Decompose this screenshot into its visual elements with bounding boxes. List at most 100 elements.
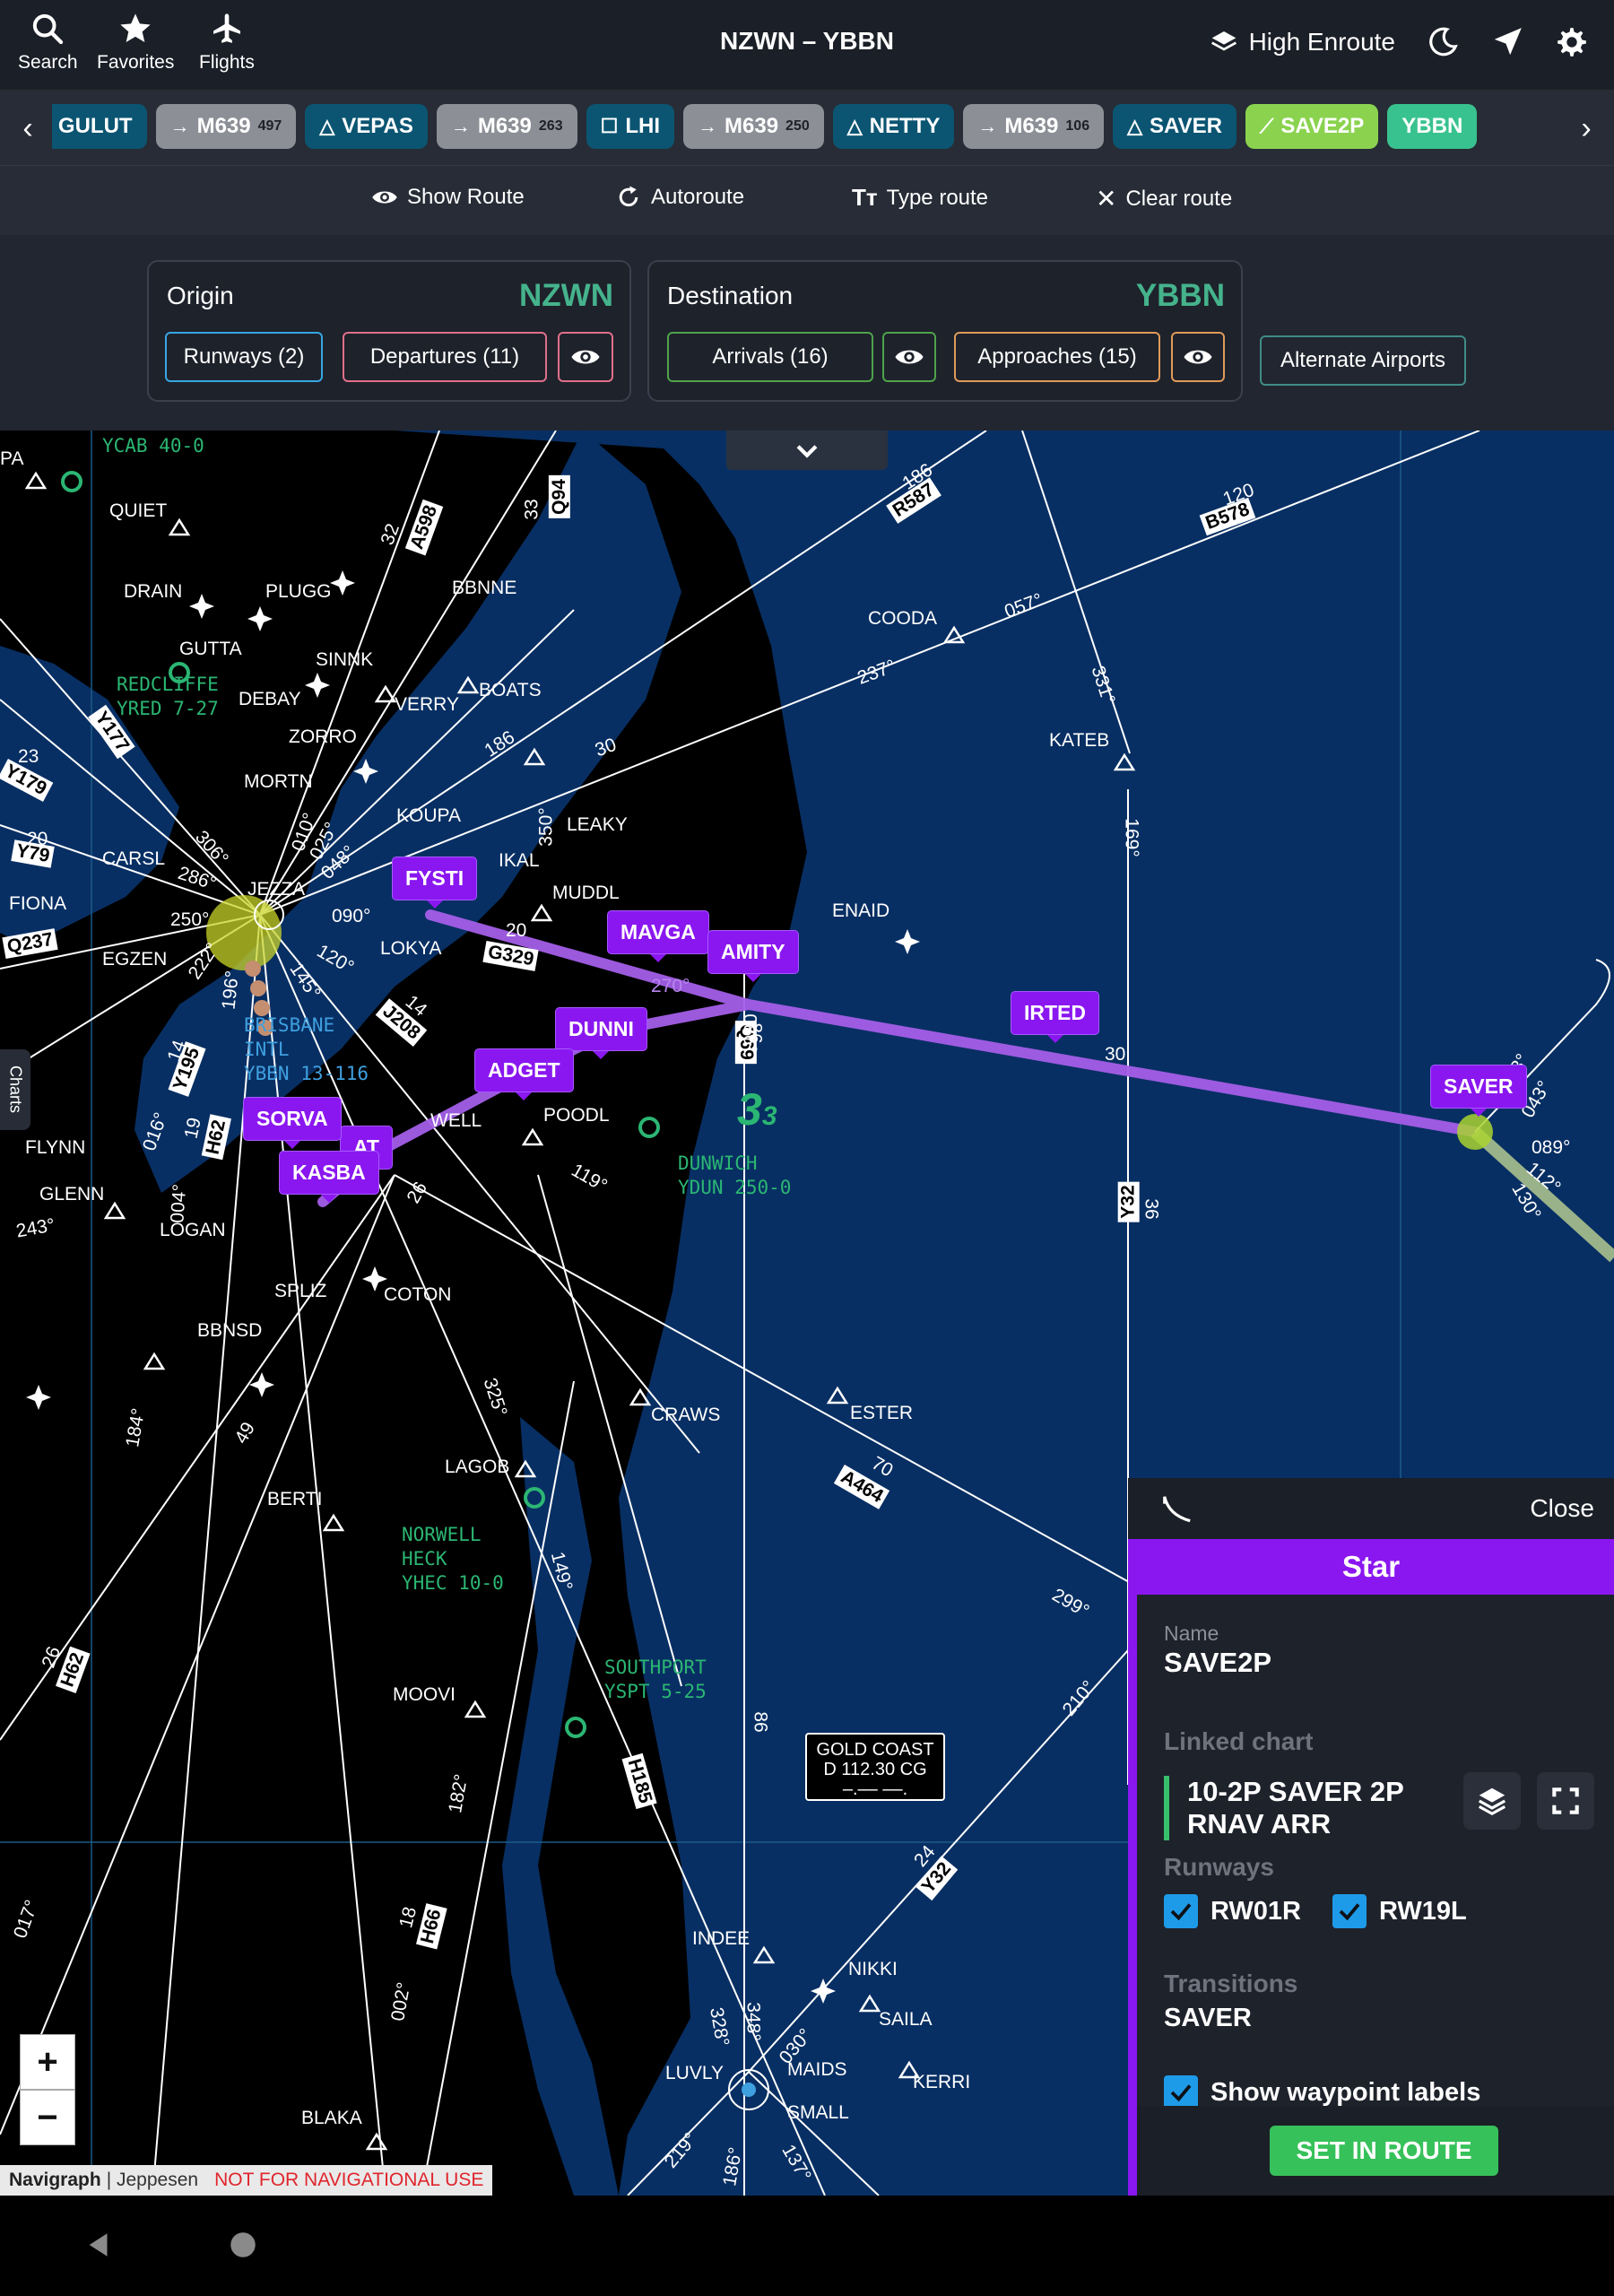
app-root: Search Favorites Flights NZWN – YBBN Hig… (0, 0, 1614, 2296)
map-layer-selector[interactable]: High Enroute (1210, 28, 1395, 57)
grid-mora-label: 33 (737, 1084, 777, 1135)
route-waypoint-tag-dunni[interactable]: DUNNI (556, 1008, 646, 1059)
route-item-airway[interactable]: → M639 106 (963, 104, 1105, 149)
route-waypoint-tag-amity[interactable]: AMITY (708, 931, 798, 982)
airport-label-line: YSPT 5-25 (604, 1681, 707, 1702)
route-waypoint-tag-saver[interactable]: SAVER (1431, 1065, 1526, 1117)
route-waypoint-tag-kasba[interactable]: KASBA (280, 1152, 378, 1203)
night-mode-icon[interactable] (1426, 25, 1460, 59)
fix-label: MORTN (244, 771, 313, 792)
altitude-label: 20 (27, 829, 48, 849)
back-nav-icon[interactable] (84, 2230, 115, 2260)
star-name: SAVE2P (1164, 1647, 1272, 1678)
route-item-waypoint[interactable]: △ NETTY (832, 104, 955, 149)
fix-label: POODL (543, 1105, 610, 1126)
chevron-left-icon: ‹ (22, 110, 33, 145)
route-item-waypoint[interactable]: △ VEPAS (305, 104, 428, 149)
chart-fullscreen-button[interactable] (1537, 1772, 1594, 1830)
waypoint-triangle-icon: △ (846, 115, 863, 137)
show-route-button[interactable]: Show Route (371, 184, 525, 211)
home-nav-icon[interactable] (230, 2231, 256, 2258)
airport-label-yred: REDCLIFFE YRED 7-27 (117, 673, 219, 721)
fix-label: FLYNN (25, 1137, 86, 1158)
attribution-brand: Navigraph (9, 2170, 101, 2190)
altitude-label: 33 (521, 499, 542, 520)
fix-label: ZORRO (289, 726, 357, 747)
fix-label: COTON (384, 1284, 452, 1305)
close-panel-button[interactable]: Close (1530, 1494, 1594, 1523)
show-waypoint-labels-checkbox[interactable]: Show waypoint labels (1164, 2075, 1480, 2109)
location-arrow-icon[interactable] (1490, 25, 1524, 59)
airport-label-yspt: SOUTHPORT YSPT 5-25 (604, 1656, 707, 1704)
transition-value[interactable]: SAVER (1164, 2004, 1252, 2033)
origin-departures-button[interactable]: Departures (11) (343, 332, 547, 382)
set-in-route-button[interactable]: SET IN ROUTE (1270, 2126, 1498, 2176)
route-items: △GULUT →M639497 △VEPAS →M639263 ☐LHI →M6… (52, 104, 1558, 151)
fix-label: IKAL (499, 850, 540, 871)
text-format-icon: Tт (852, 184, 878, 211)
fix-label: JEZZA (247, 879, 306, 900)
eye-icon (372, 191, 397, 204)
zoom-in-button[interactable]: + (20, 2034, 75, 2090)
fix-label: PLUGG (265, 581, 332, 602)
approaches-button[interactable]: Approaches (15) (954, 332, 1160, 382)
route-item-waypoint[interactable]: △GULUT (52, 104, 147, 149)
origin-runways-button[interactable]: Runways (2) (165, 332, 323, 382)
linked-chart-title[interactable]: 10-2P SAVER 2P RNAV ARR (1164, 1776, 1451, 1840)
clear-route-button[interactable]: ✕ Clear route (1096, 184, 1232, 213)
checkbox-checked-icon (1332, 1894, 1367, 1928)
vor-cg-dot (742, 2083, 756, 2097)
route-item-navaid[interactable]: ☐ LHI (586, 104, 674, 149)
fix-label: COODA (868, 608, 938, 629)
type-route-label: Type route (886, 185, 989, 210)
airport-label-line: INTL (244, 1039, 290, 1060)
fix-label: GLENN (39, 1184, 105, 1205)
route-item-star[interactable]: ⟋ SAVE2P (1245, 104, 1379, 149)
collapse-panel-button[interactable] (726, 430, 888, 470)
route-item-altitude: 250 (785, 118, 810, 134)
altitude-label: 36 (1141, 1198, 1162, 1220)
arrow-right-icon: → (698, 115, 717, 137)
route-action-bar: Show Route Autoroute Tт Type route ✕ Cle… (0, 165, 1614, 235)
chart-overlay-button[interactable] (1463, 1772, 1521, 1830)
arrivals-button[interactable]: Arrivals (16) (667, 332, 873, 382)
arrow-right-icon: → (977, 115, 998, 137)
vor-morse: –.–– ––. (842, 1779, 908, 1799)
fix-label: DRAIN (124, 581, 183, 602)
gear-icon[interactable] (1555, 25, 1589, 59)
origin-departures-preview-button[interactable] (558, 332, 613, 382)
route-item-airway[interactable]: → M639 250 (683, 104, 824, 149)
approaches-preview-button[interactable] (1171, 332, 1225, 382)
arrival-procedure-icon[interactable] (1160, 1492, 1194, 1526)
route-waypoint-tag-fysti[interactable]: FYSTI (393, 857, 477, 909)
origin-card: Origin NZWN Runways (2) Departures (11) (147, 260, 631, 402)
alternate-airports-button[interactable]: Alternate Airports (1260, 335, 1466, 386)
charts-tab[interactable]: Charts (0, 1049, 30, 1130)
route-item-label: SAVE2P (1280, 114, 1365, 138)
autoroute-button[interactable]: Autoroute (615, 184, 744, 211)
runway-checkbox-rw19l[interactable]: RW19L (1332, 1894, 1467, 1928)
route-item-waypoint[interactable]: △ SAVER (1113, 104, 1237, 149)
altitude-label: 30 (1105, 1044, 1126, 1065)
route-item-airway[interactable]: → M639 497 (155, 104, 297, 149)
top-bar: Search Favorites Flights NZWN – YBBN Hig… (0, 0, 1614, 90)
route-waypoint-tag-sorva[interactable]: SORVA (244, 1098, 341, 1149)
route-waypoint-tag-adget[interactable]: ADGET (475, 1049, 573, 1100)
vor-frequency-box[interactable]: GOLD COAST D 112.30 CG –.–– ––. (805, 1733, 945, 1801)
strip-scroll-right-button[interactable]: › (1564, 106, 1609, 151)
route-waypoint-tag-mavga[interactable]: MAVGA (608, 911, 708, 962)
bearing-label: 196° (218, 970, 243, 1011)
strip-scroll-left-button[interactable]: ‹ (5, 106, 50, 151)
zoom-out-button[interactable]: − (20, 2090, 75, 2145)
route-item-airway[interactable]: → M639 263 (436, 104, 577, 149)
fix-label: FIONA (9, 893, 67, 914)
route-waypoint-tag-irted[interactable]: IRTED (1011, 992, 1098, 1043)
arrivals-preview-button[interactable] (882, 332, 936, 382)
arrow-right-icon: → (169, 115, 190, 137)
bearing-label: 348° (742, 2002, 764, 2041)
route-item-destination[interactable]: YBBN (1387, 104, 1478, 149)
type-route-button[interactable]: Tт Type route (852, 184, 988, 212)
fix-label: QUIET (109, 500, 168, 521)
runway-label: RW19L (1379, 1896, 1467, 1926)
runway-checkbox-rw01r[interactable]: RW01R (1164, 1894, 1301, 1928)
